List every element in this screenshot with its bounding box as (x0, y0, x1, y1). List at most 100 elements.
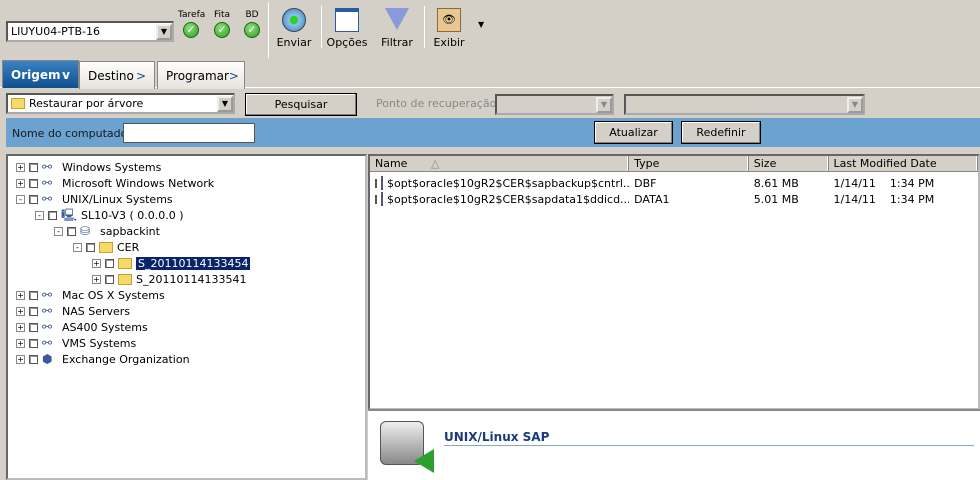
tree-node[interactable]: - ⚯ UNIX/Linux Systems (16, 191, 365, 207)
tree-node[interactable]: - 🖳 SL10-V3 ( 0.0.0.0 ) (16, 207, 365, 223)
expand-icon[interactable]: + (16, 338, 25, 348)
chevron-down-icon[interactable]: ▼ (596, 96, 612, 113)
expand-icon[interactable]: + (16, 178, 25, 188)
tree-node[interactable]: - ⛁ sapbackint (16, 223, 365, 239)
checkbox[interactable] (29, 322, 38, 332)
checkbox[interactable] (29, 338, 38, 348)
chevron-down-icon[interactable]: ▼ (847, 96, 863, 113)
source-tree[interactable]: + ⚯ Windows Systems + ⚯ Microsoft Windows Net… (6, 154, 367, 480)
recovery-point-combo[interactable]: ▼ (495, 94, 614, 115)
tab-label: Origem (11, 67, 61, 82)
table-row[interactable]: $opt$oracle$10gR2$CER$sapbackup$cntrl...… (370, 175, 978, 191)
expand-icon[interactable]: + (16, 162, 25, 172)
view-button[interactable]: 👁 Exibir (432, 8, 466, 49)
filter-icon (385, 8, 409, 30)
recovery-point-label: Ponto de recuperação: (376, 97, 501, 110)
info-title: UNIX/Linux SAP (444, 430, 550, 444)
restore-mode-combo[interactable]: Restaurar por árvore ▼ (6, 93, 235, 114)
checkbox[interactable] (29, 194, 38, 204)
database-table-icon (381, 176, 383, 190)
database-table-icon (381, 192, 383, 206)
tab-destino[interactable]: Destino > (79, 61, 155, 89)
dropdown-arrow-icon[interactable]: ▼ (478, 20, 484, 29)
computer-icon: 🖳 (61, 208, 78, 222)
tree-node[interactable]: + ⚯ Windows Systems (16, 159, 365, 175)
network-icon: ⚯ (42, 160, 53, 174)
checkbox[interactable] (375, 178, 377, 188)
tree-node[interactable]: - CER (16, 239, 365, 255)
checkbox[interactable] (29, 162, 38, 172)
file-date: 1/14/11 1:34 PM (833, 192, 935, 206)
tree-node-label: SL10-V3 ( 0.0.0.0 ) (81, 208, 184, 222)
network-icon: ⚯ (42, 320, 53, 334)
filter-button[interactable]: Filtrar (378, 8, 416, 49)
recovery-point-time-combo[interactable]: ▼ (624, 94, 865, 115)
checkbox[interactable] (29, 306, 38, 316)
network-icon: ⚯ (42, 304, 53, 318)
sort-asc-icon: △ (430, 157, 440, 170)
tree-node-label: Windows Systems (62, 160, 162, 174)
options-button[interactable]: Opções (326, 8, 368, 49)
status-label: Fita (213, 10, 231, 20)
checkbox[interactable] (48, 210, 57, 220)
file-name: $opt$oracle$10gR2$CER$sapdata1$ddicd... (387, 192, 630, 206)
expand-icon[interactable]: + (16, 354, 25, 364)
collapse-icon[interactable]: - (54, 226, 63, 236)
expand-icon[interactable]: + (16, 322, 25, 332)
search-button[interactable]: Pesquisar (245, 93, 357, 116)
tab-programar[interactable]: Programar > (157, 61, 245, 89)
refresh-button[interactable]: Atualizar (594, 121, 673, 144)
submit-button[interactable]: Enviar (276, 8, 312, 49)
tree-node-label: Exchange Organization (62, 352, 190, 366)
chevron-down-icon[interactable]: ▼ (217, 95, 233, 112)
expand-icon[interactable]: + (92, 274, 101, 284)
network-icon: ⚯ (42, 192, 53, 206)
chevron-down-icon[interactable]: ▼ (156, 23, 172, 40)
expand-icon[interactable]: + (92, 258, 101, 268)
tree-node[interactable]: + S_20110114133454 (16, 255, 365, 271)
submit-icon (282, 8, 306, 32)
server-combo[interactable]: LIUYU04-PTB-16 ▼ (6, 21, 174, 42)
checkbox[interactable] (105, 258, 114, 268)
tree-node[interactable]: + ⚯ AS400 Systems (16, 319, 365, 335)
tree-node[interactable]: + ⚯ NAS Servers (16, 303, 365, 319)
folder-icon (11, 98, 25, 109)
checkbox[interactable] (29, 178, 38, 188)
checkbox[interactable] (86, 242, 95, 252)
table-row[interactable]: $opt$oracle$10gR2$CER$sapdata1$ddicd... D… (370, 191, 978, 207)
collapse-icon[interactable]: - (16, 194, 25, 204)
view-label: Exibir (433, 36, 465, 49)
tree-node[interactable]: + ⚯ VMS Systems (16, 335, 365, 351)
tree-node[interactable]: + ⚯ Mac OS X Systems (16, 287, 365, 303)
file-list[interactable]: Name △ Type Size Last Modified Date $opt… (368, 154, 980, 410)
expand-icon[interactable]: + (16, 306, 25, 316)
tree-node[interactable]: + S_20110114133541 (16, 271, 365, 287)
chevron-down-icon: v (62, 67, 70, 82)
checkbox[interactable] (29, 354, 38, 364)
expand-icon[interactable]: + (16, 290, 25, 300)
tree-node[interactable]: + ⬢ Exchange Organization (16, 351, 365, 367)
column-size[interactable]: Size (749, 156, 829, 171)
column-date[interactable]: Last Modified Date (829, 156, 979, 171)
file-type: DBF (634, 176, 657, 190)
tree-node[interactable]: + ⚯ Microsoft Windows Network (16, 175, 365, 191)
collapse-icon[interactable]: - (73, 242, 82, 252)
network-icon: ⚯ (42, 336, 53, 350)
checkbox[interactable] (67, 226, 76, 236)
column-name[interactable]: Name △ (370, 156, 630, 171)
divider (268, 2, 269, 58)
file-date: 1/14/11 1:34 PM (833, 176, 935, 190)
folder-icon (118, 257, 132, 269)
check-icon: ✓ (244, 22, 260, 38)
collapse-icon[interactable]: - (35, 210, 44, 220)
column-type[interactable]: Type (629, 156, 749, 171)
tab-origem[interactable]: Origem v (2, 60, 79, 88)
tree-node-label: AS400 Systems (62, 320, 148, 334)
reset-button[interactable]: Redefinir (681, 121, 761, 144)
checkbox[interactable] (375, 194, 377, 204)
eye-icon: 👁 (437, 8, 461, 32)
computer-name-input[interactable] (123, 123, 255, 143)
checkbox[interactable] (105, 274, 114, 284)
divider (424, 6, 425, 48)
checkbox[interactable] (29, 290, 38, 300)
